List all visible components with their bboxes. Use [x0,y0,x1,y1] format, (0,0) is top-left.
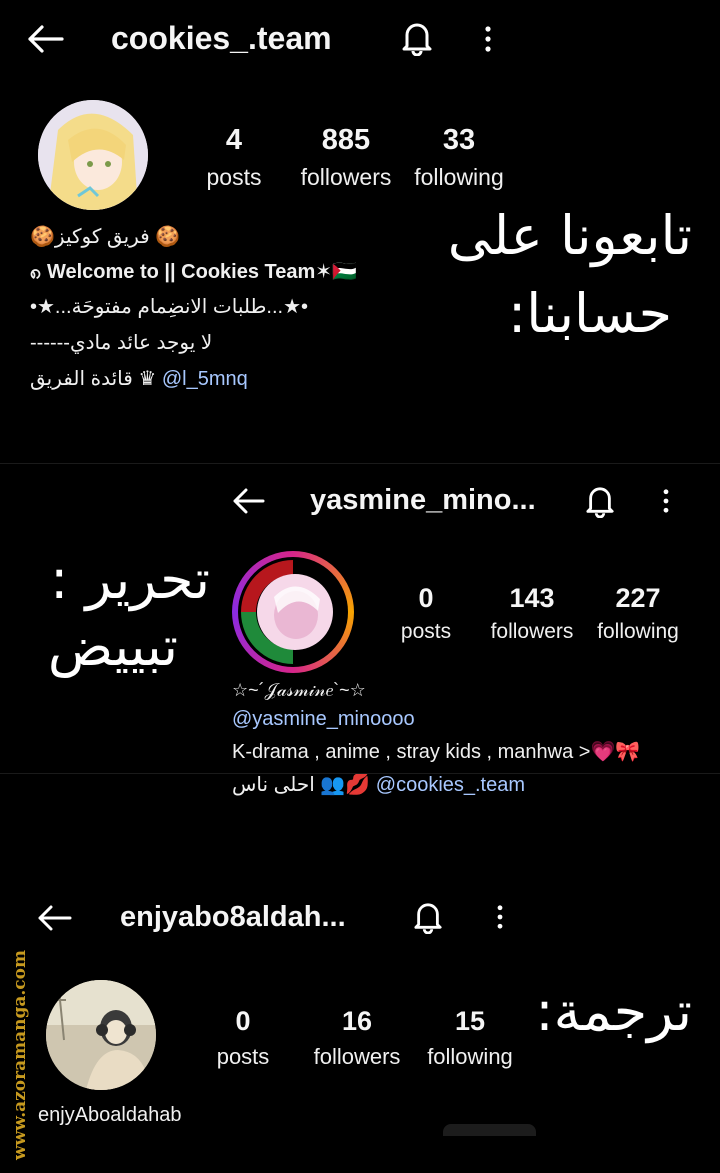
watermark: www.azoramanga.com [10,950,30,1160]
following-count[interactable]: 227 [588,583,688,614]
story-highlight-edge [443,1124,536,1136]
bio-line-4: لا يوجد عائد مادي------ [30,332,213,354]
following-label[interactable]: following [583,620,693,644]
bio-line-1: 🍪 فريق كوكيز🍪 [30,226,181,248]
divider [0,463,720,464]
followers-label[interactable]: followers [477,620,587,644]
bio-mention-text: ♛ قائدة الفريق [30,368,157,390]
bio-tail-text: 💋👥 احلى ناس [232,774,371,796]
divider [0,773,720,774]
display-name: enjyAboaldahab [38,1104,182,1126]
overlay-editing-line1: تحرير : [50,548,210,611]
following-label[interactable]: following [415,1044,525,1070]
bio-line-mention: 💋👥 احلى ناس @cookies_.team [232,772,525,797]
followers-label[interactable]: followers [302,1044,412,1070]
overlay-follow-us-line2: حسابنا: [508,282,672,345]
bio-line-2: ၈ Welcome to || Cookies Team✶🇵🇸 [30,261,357,283]
bio-line-5: ♛ قائدة الفريق @l_5mnq [30,366,248,391]
posts-count: 4 [225,124,243,156]
following-count[interactable]: 15 [420,1006,520,1037]
followers-count[interactable]: 16 [307,1006,407,1037]
profile-username: yasmine_mino... [310,484,536,516]
posts-label: posts [400,620,452,643]
followers-label[interactable]: followers [291,164,401,191]
following-count[interactable]: 33 [409,124,509,157]
following-label[interactable]: following [404,164,514,191]
profile-avatar[interactable] [38,100,148,210]
bell-icon[interactable] [413,900,443,934]
display-name: ☆~´𝒥𝒶𝓈𝓂𝒾𝓃𝑒`~☆ [232,680,366,700]
back-arrow-icon[interactable] [36,904,72,932]
more-options-icon[interactable] [496,905,504,929]
overlay-editing-line2: تبييض [47,615,178,678]
posts-label: posts [206,164,262,190]
bell-icon[interactable] [401,20,433,56]
profile-username: cookies_.team [111,20,332,56]
bio-line: K-drama , anime , stray kids , manhwa >💗… [232,741,641,763]
leader-mention-link[interactable]: @l_5mnq [162,368,248,390]
overlay-translation: ترجمة: [535,980,692,1043]
bio-line-3: •★...طلبات الانضِمام مفتوحَة...★• [30,296,309,318]
profile-username: enjyabo8aldah... [120,901,346,933]
posts-label: posts [216,1044,270,1069]
followers-count[interactable]: 143 [482,583,582,614]
back-arrow-icon[interactable] [26,24,64,54]
bell-icon[interactable] [585,484,615,518]
back-arrow-icon[interactable] [231,487,265,515]
handle-link[interactable]: @yasmine_minoooo [232,708,415,731]
overlay-follow-us-line1: تابعونا على [447,204,692,267]
profile-avatar [238,557,348,667]
more-options-icon[interactable] [484,26,492,52]
posts-count: 0 [418,583,434,613]
profile-avatar[interactable] [46,980,156,1090]
more-options-icon[interactable] [662,489,670,513]
followers-count[interactable]: 885 [296,124,396,157]
posts-count: 0 [235,1006,251,1036]
team-mention-link[interactable]: @cookies_.team [376,774,525,796]
story-ring[interactable] [232,551,354,673]
